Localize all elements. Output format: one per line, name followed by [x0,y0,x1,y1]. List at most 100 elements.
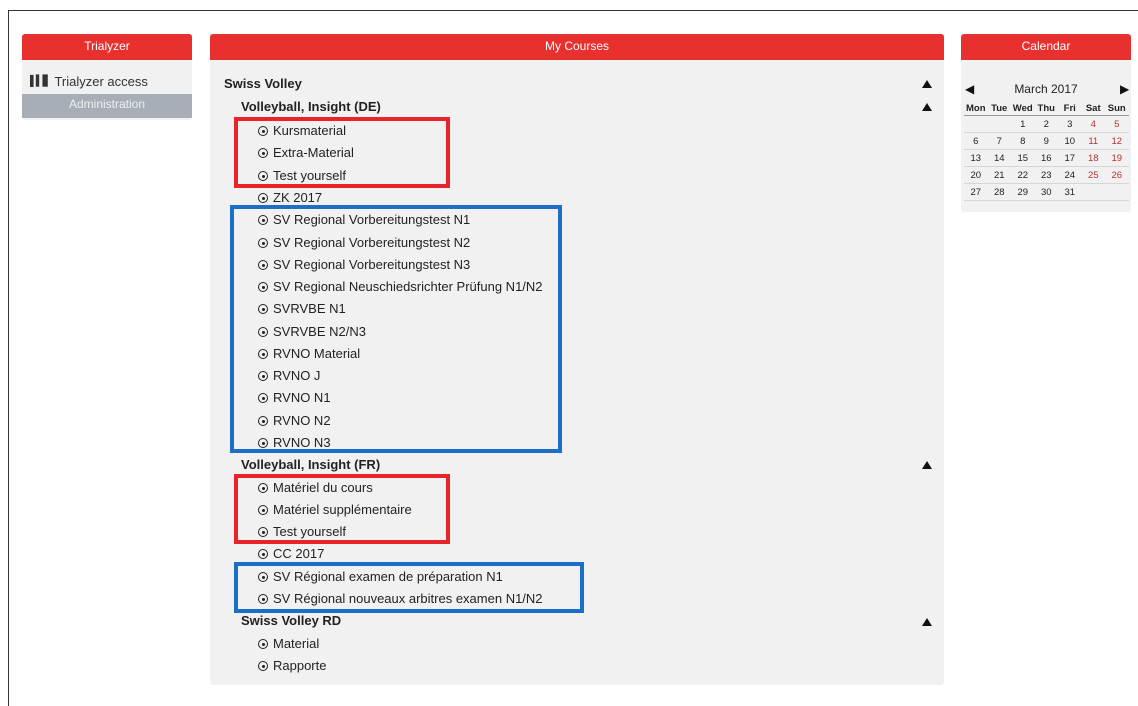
calendar-day[interactable]: 16 [1034,149,1058,167]
calendar-day[interactable]: 26 [1105,166,1129,184]
calendar-day[interactable]: 6 [964,132,988,150]
calendar-day[interactable]: 31 [1058,183,1082,201]
calendar-day[interactable]: 15 [1011,149,1035,167]
weekday-header: Tue [987,101,1011,116]
circle-bullet-icon [258,549,268,559]
trialyzer-panel-header: Trialyzer [22,34,192,60]
circle-bullet-icon [258,193,268,203]
collapse-arrow-icon[interactable] [922,461,932,469]
calendar-day[interactable]: 24 [1058,166,1082,184]
calendar-day[interactable]: 28 [987,183,1011,201]
course-item[interactable]: Matériel supplémentaire [258,502,412,517]
course-item[interactable]: SV Regional Vorbereitungstest N1 [258,212,470,227]
calendar-day[interactable]: 2 [1034,115,1058,133]
calendar-day[interactable]: 19 [1105,149,1129,167]
calendar-day[interactable]: 4 [1081,115,1105,133]
course-item-label: ZK 2017 [273,190,323,205]
course-item[interactable]: SVRVBE N1 [258,301,346,316]
calendar-day[interactable]: 17 [1058,149,1082,167]
calendar-day[interactable]: 30 [1034,183,1058,201]
course-item[interactable]: RVNO N1 [258,390,331,405]
course-item[interactable]: RVNO J [258,368,320,383]
course-item-label: SV Regional Vorbereitungstest N1 [273,212,471,227]
circle-bullet-icon [258,438,268,448]
course-item[interactable]: Material [258,636,319,651]
course-item-label: Matériel du cours [273,480,373,495]
course-item-label: Material [273,636,320,651]
circle-bullet-icon [258,393,268,403]
calendar-day[interactable]: 10 [1058,132,1082,150]
calendar-day[interactable]: 3 [1058,115,1082,133]
weekday-header: Wed [1011,101,1035,116]
course-item-label: Kursmaterial [273,123,346,138]
course-item[interactable]: CC 2017 [258,546,324,561]
course-item[interactable]: RVNO N3 [258,435,331,450]
calendar-day[interactable]: 5 [1105,115,1129,133]
trialyzer-access-label: Trialyzer access [54,74,148,89]
trialyzer-access-link[interactable]: ▌▍▋ Trialyzer access [30,74,148,89]
course-item[interactable]: SVRVBE N2/N3 [258,324,366,339]
frame-top-border [8,10,1138,11]
course-item[interactable]: Test yourself [258,168,346,183]
calendar-panel-header: Calendar [961,34,1131,60]
course-sub-swiss-volley-rd[interactable]: Swiss Volley RD [241,613,341,628]
prev-month-arrow-icon[interactable]: ◀ [965,82,974,96]
course-item[interactable]: Kursmaterial [258,123,346,138]
calendar-day[interactable]: 1 [1011,115,1035,133]
course-item[interactable]: SV Regional Vorbereitungstest N3 [258,257,470,272]
course-item[interactable]: Extra-Material [258,145,354,160]
course-item[interactable]: SV Régional examen de préparation N1 [258,569,503,584]
course-item[interactable]: SV Regional Vorbereitungstest N2 [258,235,470,250]
calendar-panel: March 2017 ◀ ▶ Mon Tue Wed Thu Fri Sat S… [961,60,1131,212]
course-sub-insight-fr[interactable]: Volleyball, Insight (FR) [241,457,380,472]
course-item[interactable]: Rapporte [258,658,326,673]
administration-button[interactable]: Administration [22,94,192,118]
frame-left-border [8,10,9,706]
course-item-label: CC 2017 [273,546,325,561]
course-item-label: RVNO J [273,368,321,383]
calendar-day[interactable]: 11 [1081,132,1105,150]
course-item-label: SVRVBE N1 [273,301,346,316]
course-item[interactable]: RVNO N2 [258,413,331,428]
calendar-day[interactable]: 20 [964,166,988,184]
collapse-arrow-icon[interactable] [922,618,932,626]
course-item[interactable]: RVNO Material [258,346,360,361]
collapse-arrow-icon[interactable] [922,103,932,111]
circle-bullet-icon [258,148,268,158]
calendar-day[interactable]: 27 [964,183,988,201]
circle-bullet-icon [258,594,268,604]
circle-bullet-icon [258,304,268,314]
course-item[interactable]: Test yourself [258,524,346,539]
calendar-day[interactable]: 29 [1011,183,1035,201]
calendar-day[interactable]: 13 [964,149,988,167]
circle-bullet-icon [258,215,268,225]
course-sub-insight-de[interactable]: Volleyball, Insight (DE) [241,99,381,114]
course-group-swiss-volley[interactable]: Swiss Volley [224,76,302,91]
calendar-day[interactable]: 21 [987,166,1011,184]
course-item-label: SV Régional examen de préparation N1 [273,569,503,584]
calendar-day[interactable]: 23 [1034,166,1058,184]
course-item[interactable]: ZK 2017 [258,190,322,205]
courses-panel: Swiss Volley Volleyball, Insight (DE) Ku… [210,60,944,685]
trialyzer-panel: ▌▍▋ Trialyzer access Administration [22,60,192,120]
calendar-day[interactable]: 8 [1011,132,1035,150]
circle-bullet-icon [258,572,268,582]
calendar-day[interactable]: 18 [1081,149,1105,167]
calendar-day[interactable]: 9 [1034,132,1058,150]
course-item[interactable]: SV Régional nouveaux arbitres examen N1/… [258,591,543,606]
next-month-arrow-icon[interactable]: ▶ [1120,82,1129,96]
calendar-day[interactable]: 7 [987,132,1011,150]
calendar-day[interactable]: 25 [1081,166,1105,184]
course-item[interactable]: Matériel du cours [258,480,373,495]
collapse-arrow-icon[interactable] [922,80,932,88]
courses-panel-header: My Courses [210,34,944,60]
weekday-header: Fri [1058,101,1082,116]
circle-bullet-icon [258,371,268,381]
course-item[interactable]: SV Regional Neuschiedsrichter Prüfung N1… [258,279,543,294]
course-item-label: RVNO N3 [273,435,331,450]
calendar-day[interactable]: 14 [987,149,1011,167]
circle-bullet-icon [258,527,268,537]
circle-bullet-icon [258,238,268,248]
calendar-day[interactable]: 22 [1011,166,1035,184]
calendar-day[interactable]: 12 [1105,132,1129,150]
